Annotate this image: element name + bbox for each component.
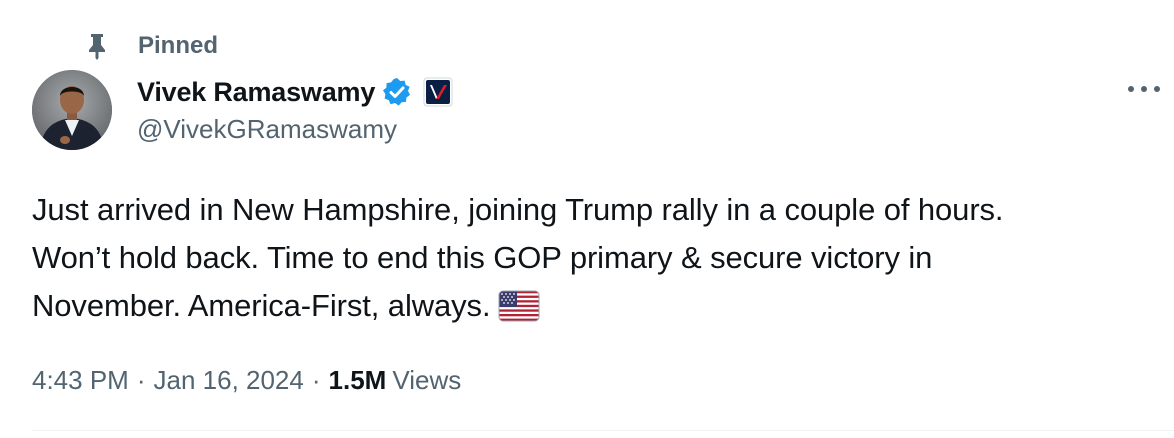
tweet-meta: 4:43 PM · Jan 16, 2024 · 1.5M Views xyxy=(32,360,461,400)
pin-icon xyxy=(84,32,110,60)
author-name-row: Vivek Ramaswamy xyxy=(137,72,453,112)
views-count[interactable]: 1.5M xyxy=(329,365,387,396)
meta-separator: · xyxy=(136,364,146,395)
pinned-label: Pinned xyxy=(138,32,219,59)
tweet-line: Won’t hold back. Time to end this GOP pr… xyxy=(32,240,933,275)
divider xyxy=(32,430,1174,431)
display-name[interactable]: Vivek Ramaswamy xyxy=(137,77,375,108)
affiliate-badge-icon[interactable] xyxy=(423,77,453,107)
more-options-button[interactable] xyxy=(1124,76,1164,104)
more-options-icon xyxy=(1124,81,1164,99)
tweet-text: Just arrived in New Hampshire, joining T… xyxy=(32,186,1152,330)
pinned-indicator: Pinned xyxy=(84,30,218,62)
meta-separator: · xyxy=(311,364,321,395)
tweet-date[interactable]: Jan 16, 2024 xyxy=(154,365,304,396)
verified-badge-icon[interactable] xyxy=(381,76,413,108)
tweet-line: November. America-First, always. xyxy=(32,282,1152,330)
tweet-line-text: November. America-First, always. xyxy=(32,288,491,323)
views-label[interactable]: Views xyxy=(392,365,461,396)
tweet-line: Just arrived in New Hampshire, joining T… xyxy=(32,192,1004,227)
us-flag-icon xyxy=(498,288,540,322)
profile-avatar[interactable] xyxy=(32,70,112,150)
author-handle[interactable]: @VivekGRamaswamy xyxy=(137,114,397,145)
tweet-time[interactable]: 4:43 PM xyxy=(32,365,129,396)
